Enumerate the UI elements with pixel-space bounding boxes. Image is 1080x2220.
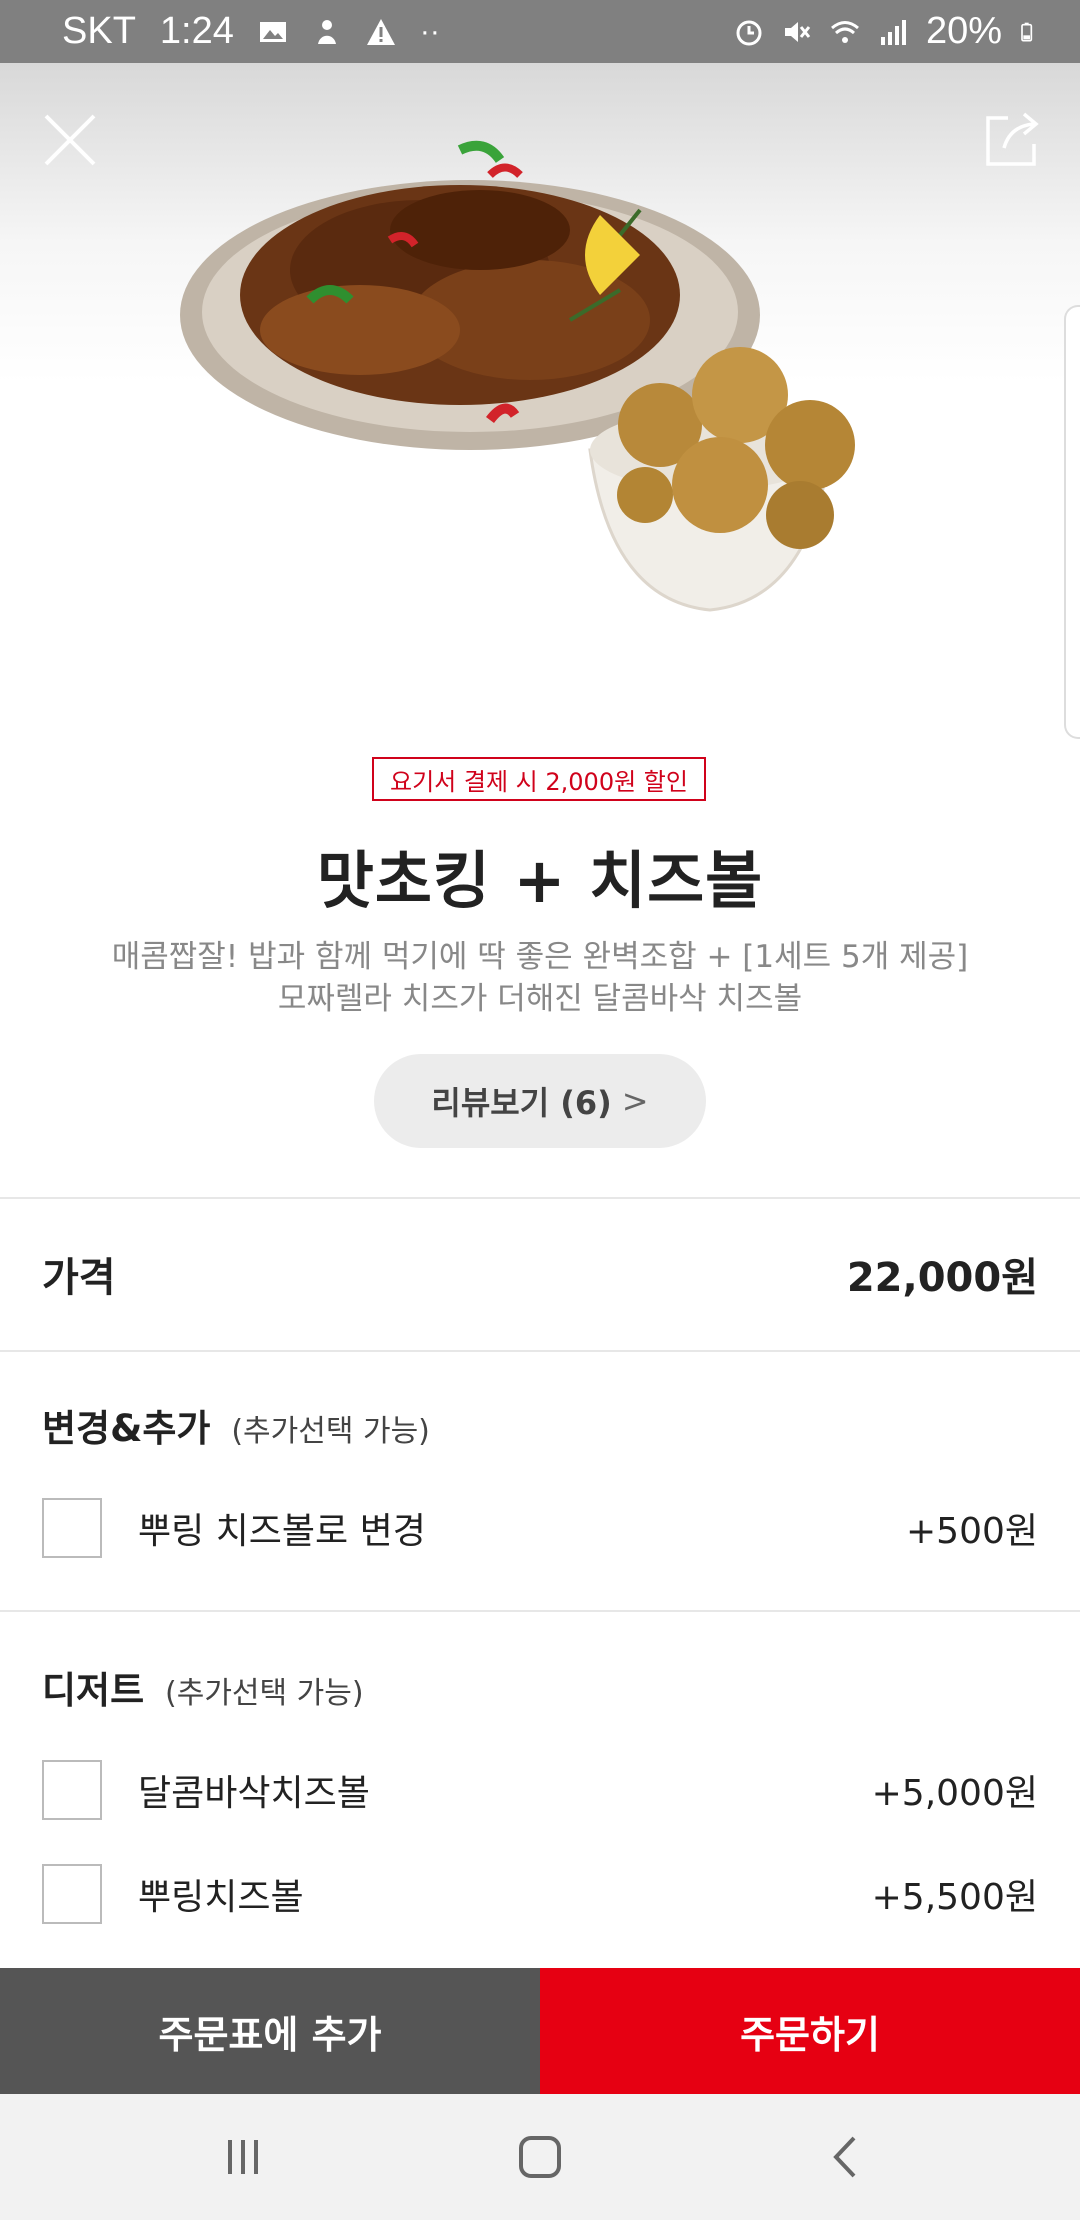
alarm-icon: [736, 20, 762, 45]
more-dots-icon: ··: [419, 14, 440, 48]
notification-figure-icon: [317, 19, 336, 44]
side-drawer-handle[interactable]: [1064, 305, 1080, 739]
divider: [0, 1610, 1080, 1612]
option-label: 뿌링치즈볼: [138, 1877, 304, 1918]
product-image: [180, 140, 855, 612]
chevron-right-icon: >: [621, 1082, 649, 1120]
option-price: +500원: [906, 1511, 1038, 1552]
option-checkbox[interactable]: [42, 1864, 102, 1924]
option-row[interactable]: 뿌링 치즈볼로 변경 +500원: [42, 1496, 1038, 1560]
recent-apps-icon[interactable]: [218, 2132, 268, 2182]
battery-level: 20%: [925, 10, 1002, 52]
price-value: 22,000원: [846, 1255, 1038, 1301]
option-row[interactable]: 뿌링치즈볼 +5,500원: [42, 1862, 1038, 1926]
share-icon[interactable]: [980, 108, 1044, 172]
option-checkbox[interactable]: [42, 1498, 102, 1558]
section-change-header: 변경&추가 (추가선택 가능): [42, 1398, 430, 1452]
option-price: +5,500원: [871, 1877, 1038, 1918]
option-price: +5,000원: [871, 1773, 1038, 1814]
price-row: 가격 22,000원: [42, 1245, 1038, 1303]
wifi-icon: [830, 20, 859, 43]
section-change-note: (추가선택 가능): [231, 1414, 430, 1449]
bottom-action-bar: 주문표에 추가 주문하기: [0, 1968, 1080, 2094]
discount-badge: 요기서 결제 시 2,000원 할인: [372, 757, 706, 801]
system-nav-bar: [0, 2094, 1080, 2220]
mute-icon: [784, 21, 811, 42]
close-icon[interactable]: [38, 108, 102, 172]
carrier: SKT: [62, 10, 136, 52]
review-button-label: 리뷰보기 (6): [431, 1084, 612, 1122]
order-button[interactable]: 주문하기: [540, 1968, 1080, 2094]
back-icon[interactable]: [822, 2132, 872, 2182]
battery-icon: [1021, 22, 1033, 41]
warning-icon: [366, 18, 395, 45]
option-checkbox[interactable]: [42, 1760, 102, 1820]
status-bar: SKT 1:24 ·· 20%: [0, 0, 1080, 63]
add-to-cart-button[interactable]: 주문표에 추가: [0, 1968, 540, 2094]
product-description: 매콤짭잘! 밥과 함께 먹기에 딱 좋은 완벽조합 + [1세트 5개 제공] …: [80, 936, 1000, 1020]
view-reviews-button[interactable]: 리뷰보기 (6) >: [374, 1054, 706, 1148]
home-icon[interactable]: [515, 2132, 565, 2182]
description-line-2: 모짜렐라 치즈가 더해진 달콤바삭 치즈볼: [277, 981, 803, 1017]
divider: [0, 1197, 1080, 1199]
price-label: 가격: [42, 1255, 116, 1301]
divider: [0, 1350, 1080, 1352]
option-row[interactable]: 달콤바삭치즈볼 +5,000원: [42, 1758, 1038, 1822]
section-dessert-title: 디저트: [42, 1669, 145, 1712]
option-label: 뿌링 치즈볼로 변경: [138, 1511, 426, 1552]
section-change-title: 변경&추가: [42, 1407, 211, 1450]
gallery-icon: [259, 21, 286, 42]
product-title: 맛초킹 + 치즈볼: [316, 844, 764, 917]
option-label: 달콤바삭치즈볼: [138, 1773, 370, 1814]
section-dessert-header: 디저트 (추가선택 가능): [42, 1660, 364, 1714]
clock: 1:24: [159, 10, 234, 52]
signal-icon: [880, 19, 906, 45]
description-line-1: 매콤짭잘! 밥과 함께 먹기에 딱 좋은 완벽조합 + [1세트 5개 제공]: [111, 939, 969, 975]
section-dessert-note: (추가선택 가능): [165, 1676, 364, 1711]
